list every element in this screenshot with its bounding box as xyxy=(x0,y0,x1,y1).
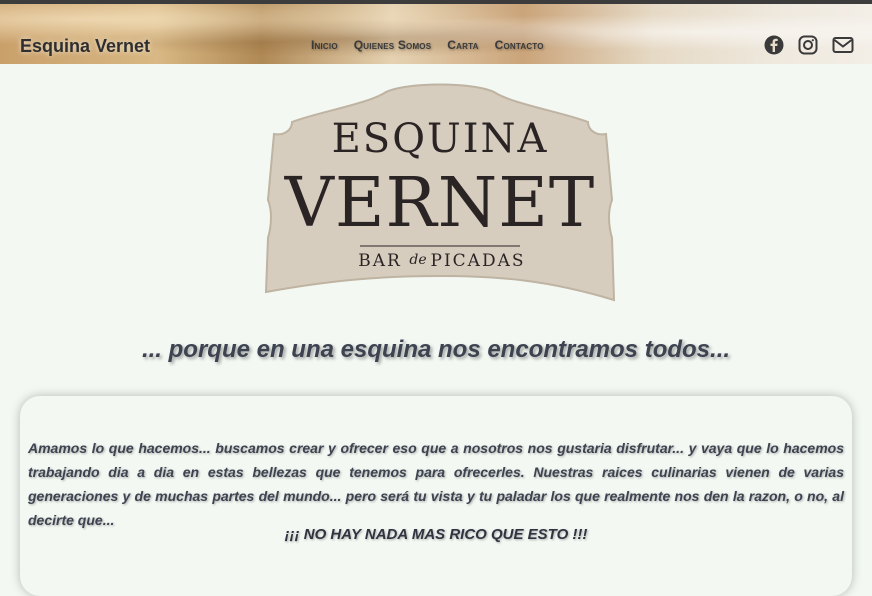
brand-title[interactable]: Esquina Vernet xyxy=(20,36,150,57)
about-text: Amamos lo que hacemos... buscamos crear … xyxy=(28,440,844,528)
main-nav: Inicio Quienes Somos Carta Contacto xyxy=(311,38,544,52)
instagram-icon[interactable] xyxy=(798,35,818,55)
about-card: Amamos lo que hacemos... buscamos crear … xyxy=(20,396,852,596)
social-links xyxy=(764,35,854,55)
header-banner: Esquina Vernet Inicio Quienes Somos Cart… xyxy=(0,0,872,64)
logo-sub-picadas: PICADAS xyxy=(431,251,526,271)
logo-line2: VERNET xyxy=(284,164,595,243)
facebook-icon[interactable] xyxy=(764,35,784,55)
nav-inicio[interactable]: Inicio xyxy=(311,38,338,52)
logo-sub-de: de xyxy=(409,252,426,268)
about-highlight: ¡¡¡ NO HAY NADA MAS RICO QUE ESTO !!! xyxy=(284,526,588,543)
logo-sub-bar: BAR xyxy=(358,251,402,271)
logo-line1: ESQUINA xyxy=(332,116,549,162)
tagline: ... porque en una esquina nos encontramo… xyxy=(141,336,731,363)
nav-contacto[interactable]: Contacto xyxy=(495,38,544,52)
envelope-icon[interactable] xyxy=(832,35,854,55)
nav-carta[interactable]: Carta xyxy=(447,38,478,52)
top-border xyxy=(0,0,872,4)
logo: ESQUINA VERNET BAR de PICADAS xyxy=(262,82,618,304)
nav-quienes-somos[interactable]: Quienes Somos xyxy=(354,38,432,52)
